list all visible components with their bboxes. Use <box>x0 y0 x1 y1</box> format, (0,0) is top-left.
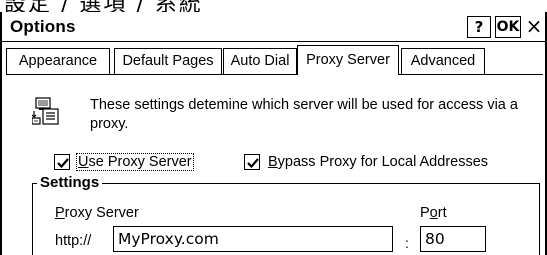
background-window-strip: 設定 / 選項 / 系統 <box>0 0 547 12</box>
port-label: Port <box>420 205 447 221</box>
proxy-description: These settings detemine which server wil… <box>90 97 518 132</box>
window-title: Options <box>10 17 76 36</box>
proxy-server-panel: These settings detemine which server wil… <box>6 75 543 255</box>
tab-default-pages[interactable]: Default Pages <box>114 48 222 74</box>
tab-proxy-server[interactable]: Proxy Server <box>297 45 399 75</box>
options-dialog: Options ? OK × Appearance Default Pages … <box>0 12 547 255</box>
checkbox-box[interactable] <box>244 154 260 170</box>
tab-auto-dial[interactable]: Auto Dial <box>223 48 297 74</box>
close-button[interactable]: × <box>523 16 545 38</box>
use-proxy-label: Use Proxy Server <box>76 153 194 171</box>
use-proxy-checkbox[interactable]: Use Proxy Server <box>54 152 194 172</box>
network-settings-icon <box>31 97 62 125</box>
bypass-proxy-checkbox[interactable]: Bypass Proxy for Local Addresses <box>244 152 490 172</box>
help-button[interactable]: ? <box>467 16 491 38</box>
tab-strip: Appearance Default Pages Auto Dial Proxy… <box>6 45 546 75</box>
port-input[interactable]: 80 <box>420 226 486 252</box>
proxy-server-label: Proxy Server <box>55 205 139 221</box>
title-bar: Options ? OK × <box>2 12 545 42</box>
background-window-text: 設定 / 選項 / 系統 <box>4 0 203 12</box>
settings-group: Settings Proxy Server Port http:// MyPro… <box>32 174 540 255</box>
checkbox-box[interactable] <box>54 154 70 170</box>
bypass-proxy-label: Bypass Proxy for Local Addresses <box>268 154 489 170</box>
proxy-server-input[interactable]: MyProxy.com <box>113 226 393 252</box>
settings-group-title: Settings <box>37 174 103 192</box>
checkmark-icon <box>57 158 69 169</box>
checkmark-icon <box>247 158 259 169</box>
tab-advanced[interactable]: Advanced <box>401 48 485 74</box>
ok-button[interactable]: OK <box>495 16 521 38</box>
url-prefix: http:// <box>55 233 92 249</box>
tab-appearance[interactable]: Appearance <box>6 48 110 74</box>
port-separator: : <box>405 235 409 251</box>
